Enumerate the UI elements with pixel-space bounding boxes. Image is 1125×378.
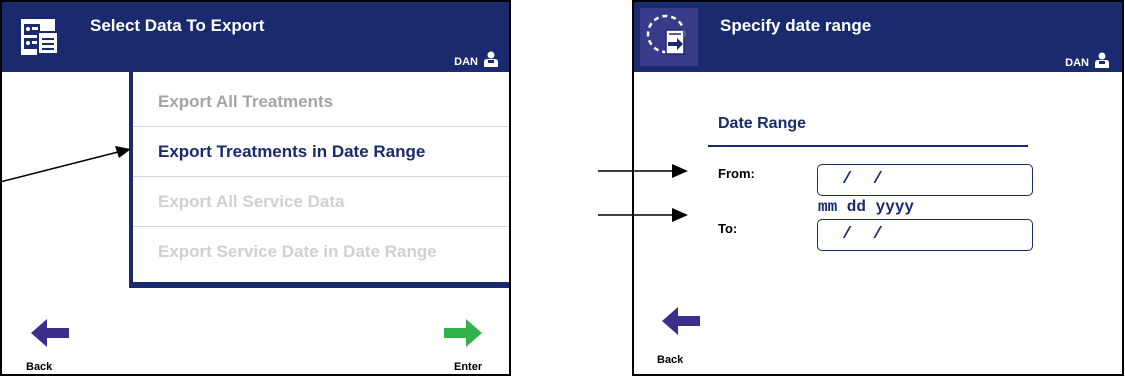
- back-arrow-icon[interactable]: [29, 317, 71, 349]
- to-date-field[interactable]: / /: [817, 219, 1033, 251]
- back-label[interactable]: Back: [26, 361, 52, 373]
- screen-header: Select Data To Export DAN: [2, 2, 509, 72]
- date-range-screen: Specify date range DAN Date Range From: …: [632, 0, 1124, 376]
- menu-item-export-all-treatments[interactable]: Export All Treatments: [133, 77, 509, 127]
- to-label: To:: [718, 221, 738, 236]
- enter-label[interactable]: Enter: [454, 361, 482, 373]
- menu-item-export-all-service-data[interactable]: Export All Service Data: [133, 177, 509, 227]
- user-badge[interactable]: DAN: [454, 51, 499, 68]
- pointer-arrow-icon: [598, 208, 688, 222]
- section-divider: [708, 145, 1028, 147]
- back-label[interactable]: Back: [657, 354, 683, 366]
- select-data-screen: Select Data To Export DAN Export All Tre…: [0, 0, 511, 376]
- page-title: Specify date range: [720, 16, 872, 35]
- page-title: Select Data To Export: [90, 16, 265, 35]
- date-format-hint: mm dd yyyy: [818, 198, 915, 216]
- menu-item-export-treatments-date-range[interactable]: Export Treatments in Date Range: [133, 127, 509, 177]
- user-icon: [484, 51, 498, 67]
- enter-arrow-icon[interactable]: [442, 317, 484, 349]
- export-menu: Export All Treatments Export Treatments …: [129, 72, 509, 288]
- export-menu-list: Export All Treatments Export Treatments …: [133, 72, 509, 282]
- user-name: DAN: [1065, 57, 1089, 69]
- user-name: DAN: [454, 56, 478, 68]
- user-icon: [1095, 52, 1109, 68]
- from-date-field[interactable]: / /: [817, 164, 1033, 196]
- back-arrow-icon[interactable]: [660, 305, 702, 337]
- screen-header: Specify date range DAN: [634, 2, 1122, 72]
- export-data-icon: [19, 17, 59, 57]
- from-label: From:: [718, 166, 755, 181]
- pointer-arrow-icon: [0, 146, 131, 183]
- pointer-arrow-icon: [598, 164, 688, 178]
- user-badge[interactable]: DAN: [1065, 52, 1110, 69]
- menu-item-export-service-date-range[interactable]: Export Service Date in Date Range: [133, 227, 509, 277]
- date-range-icon: [640, 8, 698, 66]
- section-title: Date Range: [718, 115, 807, 132]
